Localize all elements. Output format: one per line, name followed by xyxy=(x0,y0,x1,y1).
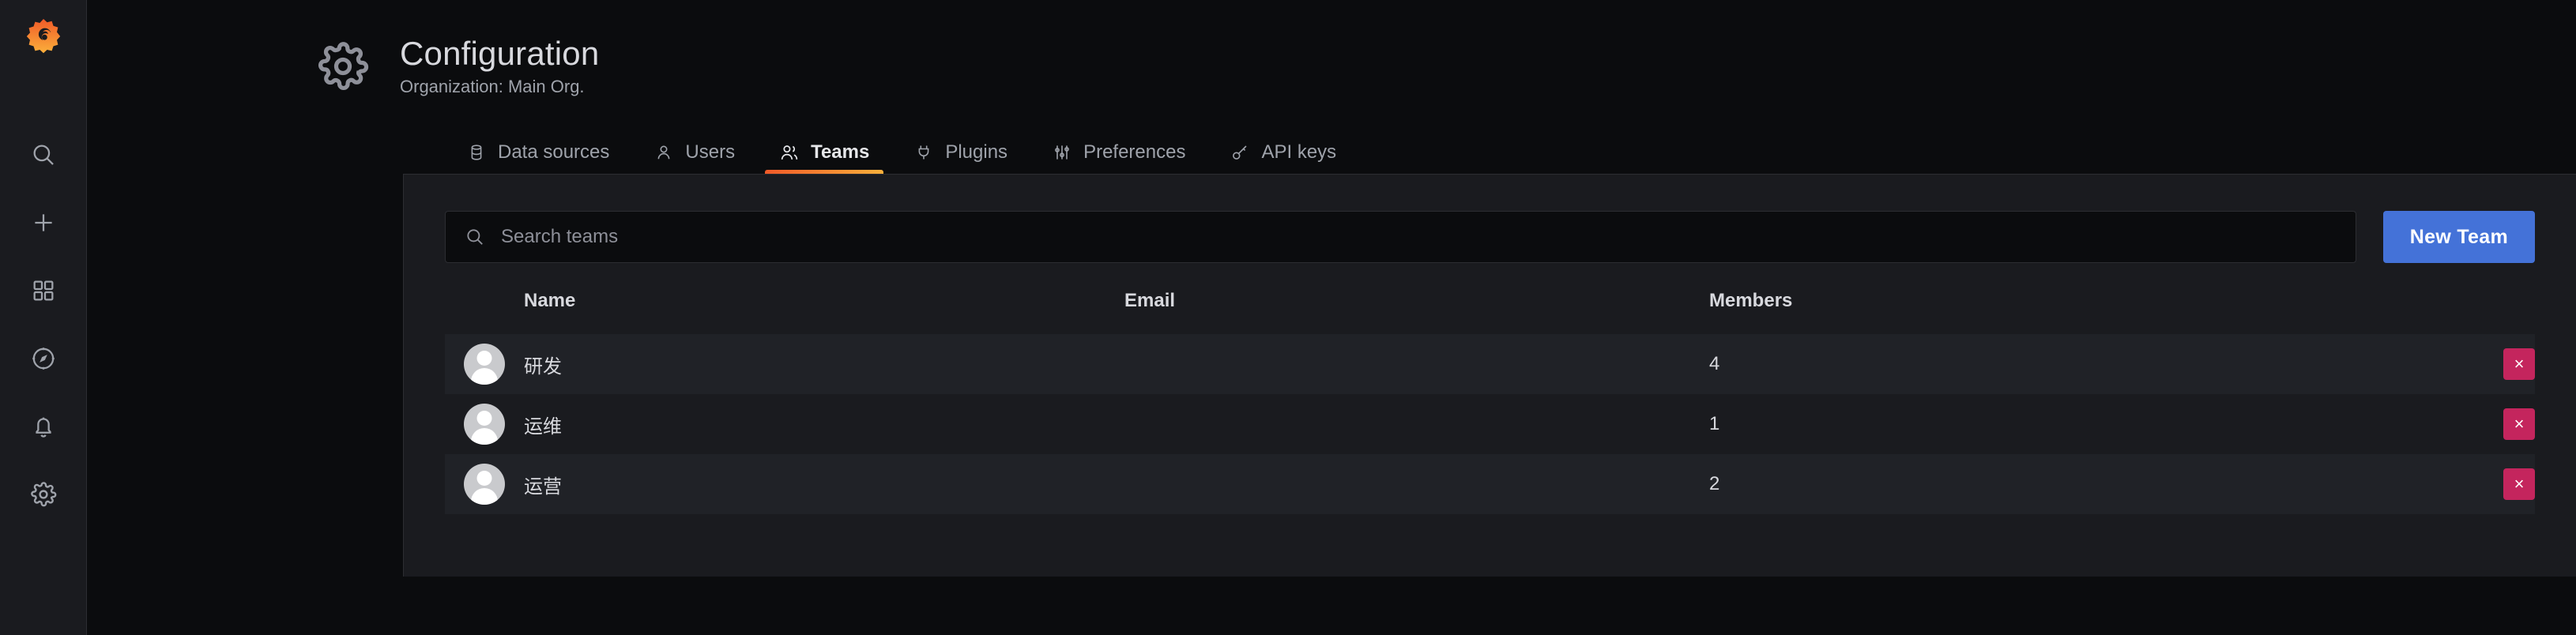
users-icon xyxy=(779,142,800,163)
cell-team-email xyxy=(1124,334,1709,394)
sidebar xyxy=(0,0,87,635)
teams-panel: New Team Name Email Members xyxy=(403,174,2576,577)
cell-team-members: 2 xyxy=(1709,473,1720,495)
column-header-avatar xyxy=(445,290,524,334)
sidebar-item-search[interactable] xyxy=(21,136,66,174)
tab-users[interactable]: Users xyxy=(631,142,757,174)
database-icon xyxy=(466,142,487,163)
plug-icon xyxy=(913,142,934,163)
teams-table: Name Email Members 研发 4 × 运维 1 × 运营 2 × xyxy=(445,290,2535,515)
column-header-actions xyxy=(2448,290,2535,334)
teams-table-body: 研发 4 × 运维 1 × 运营 2 × xyxy=(445,334,2535,515)
teams-table-head: Name Email Members xyxy=(445,290,2535,334)
tab-label: Plugins xyxy=(945,141,1008,163)
cell-actions: × xyxy=(2448,394,2535,454)
sliders-icon xyxy=(1052,142,1072,163)
table-header-row: Name Email Members xyxy=(445,290,2535,334)
config-tabs: Data sources Users Teams Plugins Prefere… xyxy=(87,125,2576,175)
cell-team-members: 1 xyxy=(1709,413,1720,435)
sidebar-item-configuration[interactable] xyxy=(21,475,66,513)
page-subtitle: Organization: Main Org. xyxy=(400,77,585,97)
tab-api-keys[interactable]: API keys xyxy=(1207,142,1358,174)
cell-team-name: 运维 xyxy=(524,415,562,438)
cell-team-name: 运营 xyxy=(524,475,562,498)
gear-icon xyxy=(316,39,370,93)
tab-label: Teams xyxy=(811,141,870,163)
dashboards-grid-icon xyxy=(31,278,56,303)
sidebar-item-explore[interactable] xyxy=(21,340,66,378)
teams-toolbar: New Team xyxy=(445,211,2535,264)
cell-team-members: 4 xyxy=(1709,353,1720,375)
table-row[interactable]: 运营 2 × xyxy=(445,454,2535,515)
tab-teams[interactable]: Teams xyxy=(757,141,891,175)
avatar xyxy=(464,344,505,385)
gear-configuration-icon xyxy=(30,481,57,508)
sidebar-item-create[interactable] xyxy=(21,204,66,242)
cell-team-name: 研发 xyxy=(524,355,562,378)
sidebar-nav xyxy=(21,136,66,513)
tab-preferences[interactable]: Preferences xyxy=(1030,142,1207,174)
cell-team-email xyxy=(1124,454,1709,514)
tab-label: Preferences xyxy=(1083,141,1186,163)
delete-team-button[interactable]: × xyxy=(2503,348,2535,381)
page-header: Configuration Organization: Main Org. xyxy=(87,0,2576,96)
search-icon xyxy=(30,141,57,168)
table-row[interactable]: 研发 4 × xyxy=(445,334,2535,395)
tab-data-sources[interactable]: Data sources xyxy=(444,142,631,174)
new-team-button[interactable]: New Team xyxy=(2382,211,2535,264)
plus-icon xyxy=(30,209,57,236)
tab-label: Data sources xyxy=(498,141,610,163)
avatar xyxy=(464,404,505,445)
sidebar-item-dashboards[interactable] xyxy=(21,272,66,310)
tab-label: API keys xyxy=(1261,141,1337,163)
delete-team-button[interactable]: × xyxy=(2503,408,2535,441)
tab-label: Users xyxy=(685,141,736,163)
user-icon xyxy=(653,142,674,163)
tab-plugins[interactable]: Plugins xyxy=(891,142,1030,174)
column-header-members: Members xyxy=(1709,290,1793,312)
search-input[interactable] xyxy=(501,226,2337,249)
bell-alerting-icon xyxy=(30,413,57,440)
cell-avatar xyxy=(445,334,524,394)
cell-team-email xyxy=(1124,394,1709,454)
key-icon xyxy=(1230,142,1250,163)
grafana-app: Configuration Organization: Main Org. Da… xyxy=(0,0,2576,635)
grafana-logo[interactable] xyxy=(21,14,66,58)
delete-team-button[interactable]: × xyxy=(2503,468,2535,501)
search-icon xyxy=(465,227,485,247)
cell-actions: × xyxy=(2448,454,2535,514)
cell-avatar xyxy=(445,454,524,514)
main-content: Configuration Organization: Main Org. Da… xyxy=(87,0,2576,635)
search-teams-box[interactable] xyxy=(445,211,2356,264)
column-header-name: Name xyxy=(524,290,576,312)
column-header-email: Email xyxy=(1124,290,1176,312)
cell-avatar xyxy=(445,394,524,454)
avatar xyxy=(464,464,505,505)
cell-actions: × xyxy=(2448,334,2535,394)
table-row[interactable]: 运维 1 × xyxy=(445,394,2535,455)
sidebar-item-alerting[interactable] xyxy=(21,408,66,445)
compass-explore-icon xyxy=(30,345,57,372)
page-title: Configuration xyxy=(400,35,600,72)
